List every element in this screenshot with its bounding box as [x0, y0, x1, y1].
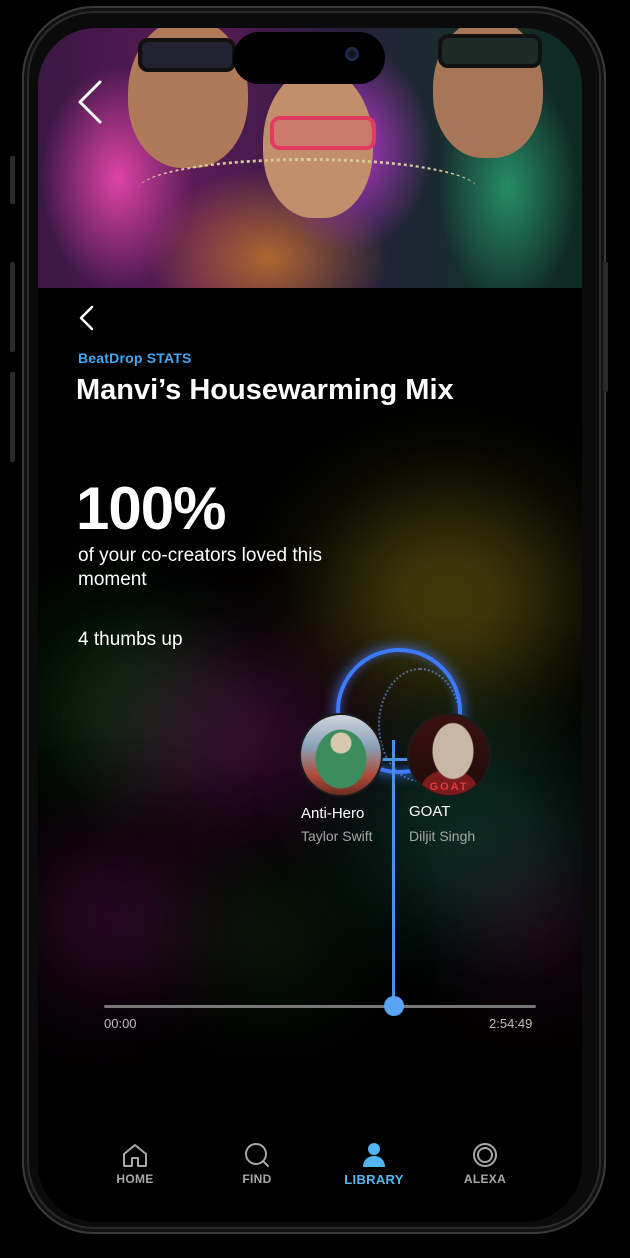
back-chevron-icon[interactable]	[76, 304, 98, 332]
cover-chains	[138, 158, 478, 221]
bottom-nav-bar: HOME FIND LIBRARY ALEXA	[38, 1128, 582, 1222]
volume-down-button	[10, 372, 15, 462]
song-title-goat: GOAT	[409, 803, 451, 820]
stat-percentage: 100%	[76, 475, 226, 542]
action-button	[10, 156, 15, 204]
stat-description: of your co-creators loved this moment	[78, 545, 322, 590]
nav-library-label: LIBRARY	[344, 1172, 404, 1187]
cover-glasses-left	[138, 38, 236, 72]
volume-up-button	[10, 262, 15, 352]
cover-glasses-center	[270, 116, 376, 150]
nav-library[interactable]: LIBRARY	[329, 1142, 419, 1187]
timeline-scrubber-handle[interactable]	[384, 996, 404, 1016]
song-cover-anti-hero[interactable]	[299, 713, 383, 797]
section-eyebrow: BeatDrop STATS	[78, 350, 192, 366]
page-title: Manvi’s Housewarming Mix	[76, 374, 454, 406]
moment-marker-line	[392, 740, 395, 1008]
hero-back-icon[interactable]	[76, 80, 106, 124]
thumbs-count: 4 thumbs up	[78, 629, 183, 650]
camera-icon	[345, 47, 359, 61]
glow-pink-right	[488, 868, 578, 978]
library-icon	[363, 1143, 385, 1167]
timeline-track[interactable]	[104, 1005, 536, 1008]
home-icon	[123, 1144, 147, 1167]
glow-magenta-bottom	[38, 848, 188, 988]
nav-find-label: FIND	[242, 1172, 272, 1186]
song-artist-goat: Diljit Singh	[409, 828, 476, 844]
timeline-start-time: 00:00	[104, 1016, 137, 1031]
alexa-icon	[473, 1143, 497, 1167]
goat-cover-text: GOAT	[429, 781, 469, 793]
song-artist-anti-hero: Taylor Swift	[301, 828, 373, 844]
song-cover-goat[interactable]: GOAT	[407, 713, 491, 797]
timeline-end-time: 2:54:49	[489, 1016, 533, 1031]
power-button	[603, 262, 608, 392]
nav-alexa-label: ALEXA	[463, 1172, 507, 1186]
dynamic-island	[233, 32, 385, 84]
nav-home[interactable]: HOME	[90, 1142, 180, 1186]
song-title-anti-hero: Anti-Hero	[301, 805, 365, 822]
app-screen: BeatDrop STATS Manvi’s Housewarming Mix …	[38, 28, 582, 1222]
nav-alexa[interactable]: ALEXA	[440, 1142, 530, 1186]
nav-find[interactable]: FIND	[212, 1142, 302, 1186]
glow-green-bottom	[198, 878, 338, 988]
cover-glasses-right	[438, 34, 542, 68]
nav-home-label: HOME	[116, 1172, 154, 1186]
search-icon	[245, 1143, 269, 1167]
